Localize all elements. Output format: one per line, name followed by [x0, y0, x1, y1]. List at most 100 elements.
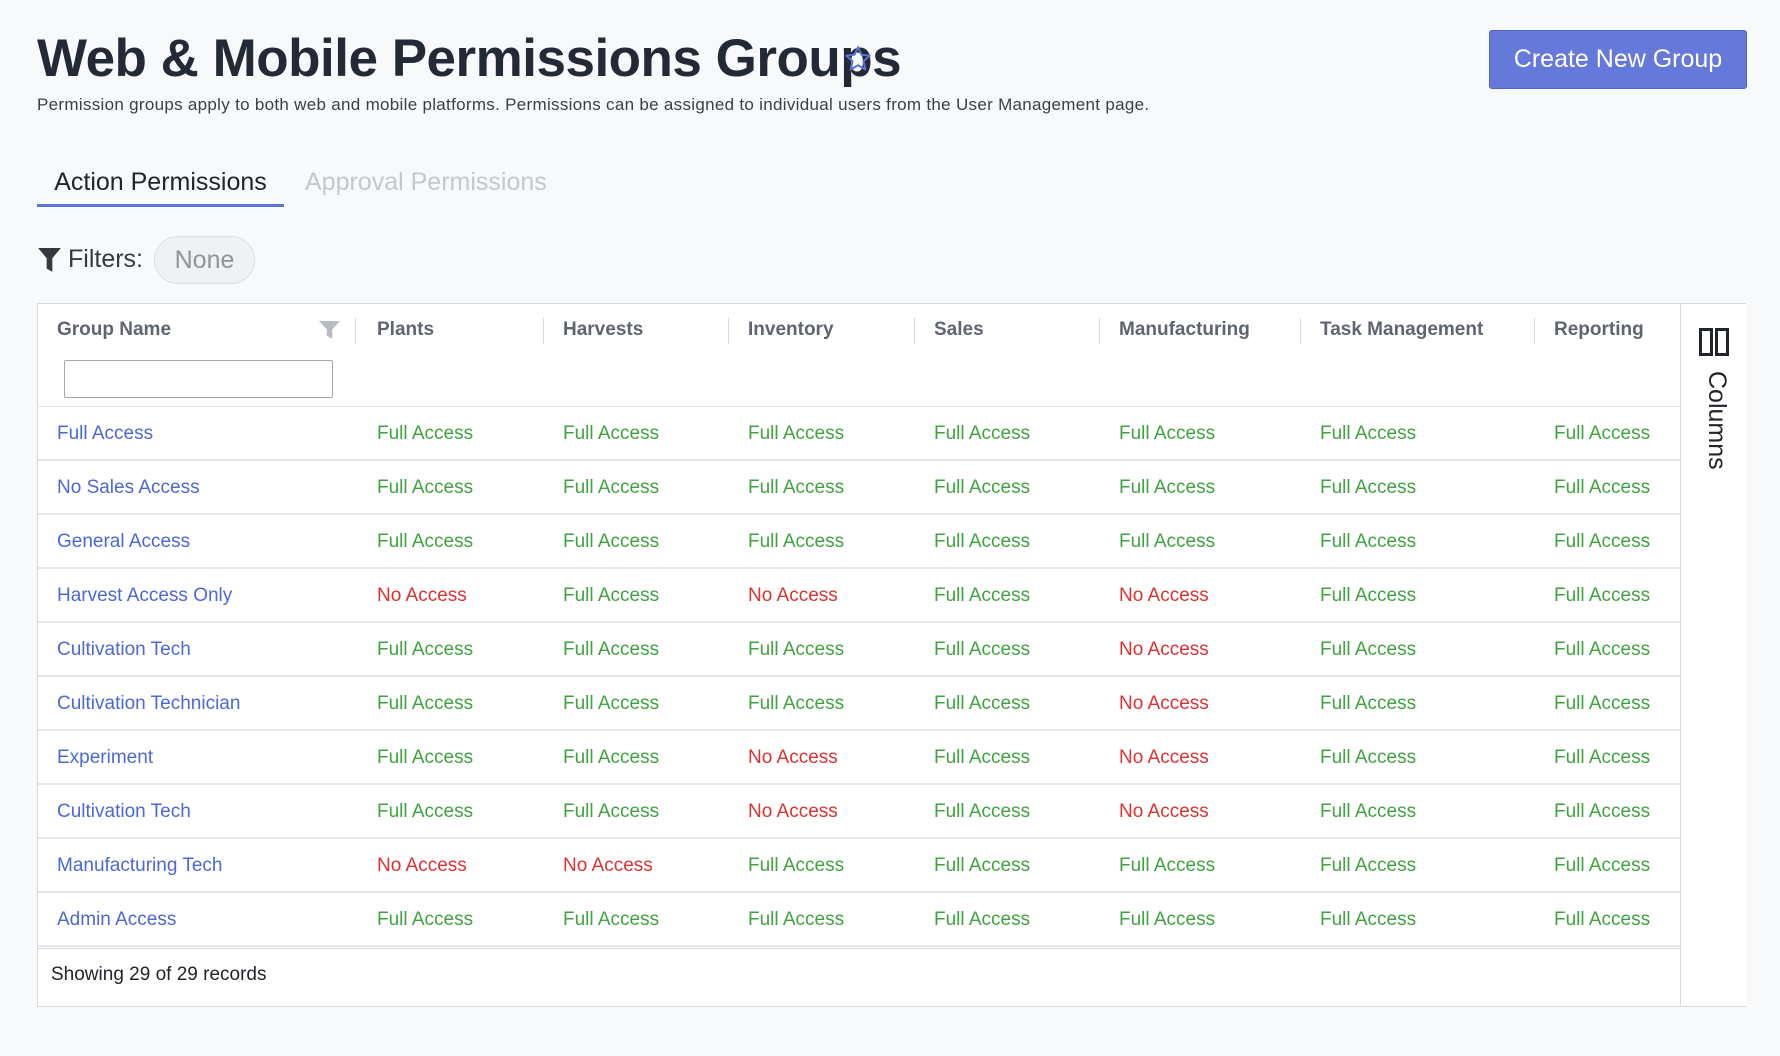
filter-chip-none[interactable]: None: [154, 236, 255, 284]
permission-cell: Full Access: [1554, 693, 1651, 714]
group-name-link[interactable]: Full Access: [57, 423, 153, 445]
table-row: Cultivation Tech Full Access Full Access No…: [38, 785, 1680, 839]
table-row: Experiment Full Access Full Access No Acces…: [38, 731, 1680, 785]
permission-cell: Full Access: [1320, 423, 1417, 444]
columns-label: Columns: [1703, 371, 1731, 470]
permission-cell: Full Access: [934, 477, 1031, 498]
permission-cell: Full Access: [1119, 909, 1216, 930]
permission-cell: Full Access: [1554, 477, 1651, 498]
permission-cell: Full Access: [1320, 693, 1417, 714]
permission-cell: Full Access: [1320, 477, 1417, 498]
group-name-link[interactable]: Experiment: [57, 747, 153, 769]
permission-cell: Full Access: [1320, 585, 1417, 606]
group-name-link[interactable]: No Sales Access: [57, 477, 200, 499]
permission-cell: Full Access: [934, 639, 1031, 660]
permission-cell: Full Access: [748, 531, 845, 552]
permission-cell: Full Access: [1119, 423, 1216, 444]
column-header-reporting[interactable]: Reporting: [1554, 319, 1644, 341]
permission-cell: Full Access: [934, 585, 1031, 606]
permission-cell: No Access: [377, 585, 467, 606]
table-row: Harvest Access Only No Access Full Access N…: [38, 569, 1680, 623]
permission-cell: Full Access: [748, 423, 845, 444]
column-header-manufacturing[interactable]: Manufacturing: [1119, 319, 1250, 341]
permission-cell: Full Access: [1554, 747, 1651, 768]
permission-cell: Full Access: [563, 531, 660, 552]
permission-cell: Full Access: [934, 693, 1031, 714]
create-new-group-button[interactable]: Create New Group: [1489, 30, 1747, 89]
filters-label: Filters:: [68, 245, 143, 273]
group-name-link[interactable]: Cultivation Tech: [57, 801, 191, 823]
permission-cell: Full Access: [563, 909, 660, 930]
permission-cell: No Access: [377, 855, 467, 876]
group-name-link[interactable]: Cultivation Technician: [57, 693, 240, 715]
column-header-inventory[interactable]: Inventory: [748, 319, 834, 341]
table-row: Admin Access Full Access Full Access Full A…: [38, 893, 1680, 947]
permission-cell: Full Access: [934, 909, 1031, 930]
permission-cell: Full Access: [377, 531, 474, 552]
tab-approval-permissions[interactable]: Approval Permissions: [305, 168, 547, 197]
table-row: General Access Full Access Full Access Full…: [38, 515, 1680, 569]
star-icon[interactable]: [843, 44, 873, 74]
columns-panel-toggle[interactable]: Columns: [1680, 304, 1746, 1006]
table-row: Manufacturing Tech No Access No Access Full…: [38, 839, 1680, 893]
permission-cell: No Access: [1119, 639, 1209, 660]
columns-icon: [1699, 328, 1729, 356]
column-header-plants[interactable]: Plants: [377, 319, 434, 341]
permission-cell: Full Access: [563, 747, 660, 768]
permission-cell: Full Access: [377, 423, 474, 444]
permission-cell: Full Access: [377, 747, 474, 768]
permission-cell: Full Access: [1320, 801, 1417, 822]
permission-cell: Full Access: [934, 423, 1031, 444]
column-filter-icon[interactable]: [319, 321, 340, 340]
permission-cell: Full Access: [1320, 639, 1417, 660]
permission-cell: Full Access: [563, 423, 660, 444]
permission-cell: Full Access: [1554, 531, 1651, 552]
permission-cell: Full Access: [934, 747, 1031, 768]
permission-cell: Full Access: [1119, 477, 1216, 498]
group-name-link[interactable]: Harvest Access Only: [57, 585, 232, 607]
permission-cell: Full Access: [377, 477, 474, 498]
permission-cell: No Access: [748, 747, 838, 768]
group-name-link[interactable]: Admin Access: [57, 909, 176, 931]
permission-cell: Full Access: [377, 801, 474, 822]
permission-cell: Full Access: [934, 855, 1031, 876]
permission-cell: Full Access: [563, 693, 660, 714]
group-name-link[interactable]: Manufacturing Tech: [57, 855, 222, 877]
table-row: Full Access Full Access Full Access Full Ac…: [38, 407, 1680, 461]
column-header-task-management[interactable]: Task Management: [1320, 319, 1483, 341]
permission-cell: Full Access: [934, 531, 1031, 552]
permission-cell: No Access: [1119, 747, 1209, 768]
page-subtitle: Permission groups apply to both web and …: [37, 95, 1150, 114]
permission-cell: No Access: [748, 585, 838, 606]
column-header-sales[interactable]: Sales: [934, 319, 984, 341]
permission-cell: Full Access: [748, 855, 845, 876]
permission-cell: Full Access: [748, 909, 845, 930]
permission-cell: Full Access: [563, 639, 660, 660]
permission-cell: No Access: [563, 855, 653, 876]
permission-cell: Full Access: [1320, 531, 1417, 552]
permission-cell: Full Access: [748, 639, 845, 660]
permission-cell: Full Access: [1554, 801, 1651, 822]
permission-cell: Full Access: [1554, 855, 1651, 876]
permission-cell: Full Access: [748, 477, 845, 498]
group-name-link[interactable]: Cultivation Tech: [57, 639, 191, 661]
tab-action-permissions[interactable]: Action Permissions: [37, 168, 284, 207]
permission-cell: Full Access: [377, 639, 474, 660]
column-header-harvests[interactable]: Harvests: [563, 319, 643, 341]
table-row: Cultivation Technician Full Access Full Ac…: [38, 677, 1680, 731]
permission-cell: Full Access: [934, 801, 1031, 822]
permission-cell: No Access: [1119, 585, 1209, 606]
permission-cell: Full Access: [1320, 855, 1417, 876]
column-header-group-name[interactable]: Group Name: [57, 319, 171, 341]
permission-cell: Full Access: [1554, 423, 1651, 444]
permission-cell: No Access: [748, 801, 838, 822]
permission-cell: Full Access: [1119, 855, 1216, 876]
permission-cell: Full Access: [563, 477, 660, 498]
group-name-filter-input[interactable]: [64, 360, 333, 398]
permission-cell: Full Access: [1320, 747, 1417, 768]
permission-cell: Full Access: [1554, 639, 1651, 660]
permission-cell: Full Access: [377, 909, 474, 930]
group-name-link[interactable]: General Access: [57, 531, 190, 553]
permission-cell: Full Access: [748, 693, 845, 714]
table-row: Cultivation Tech Full Access Full Access Fu…: [38, 623, 1680, 677]
